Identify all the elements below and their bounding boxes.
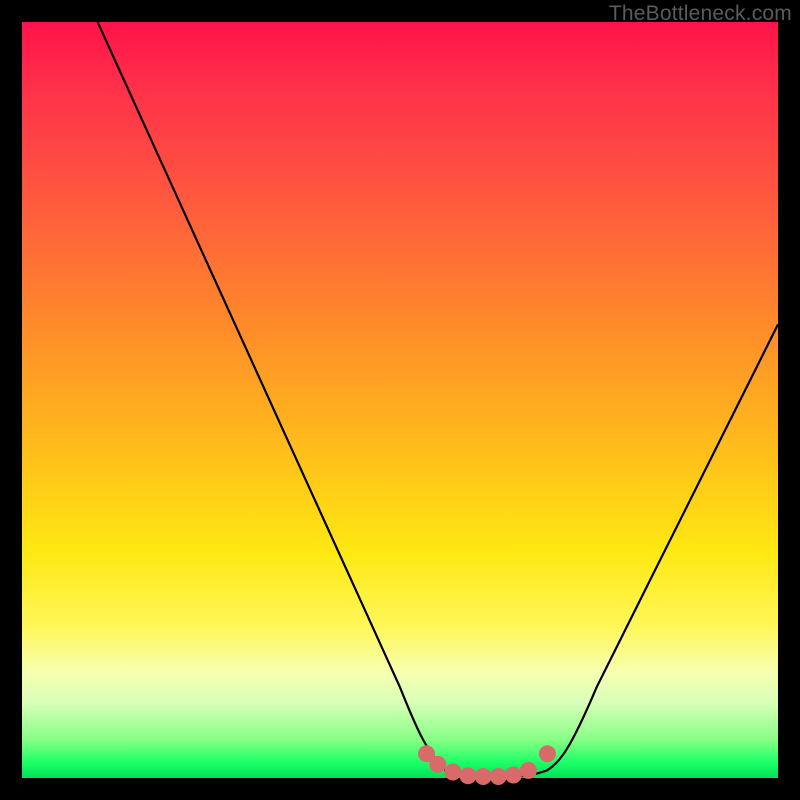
- plot-area: [22, 22, 778, 778]
- marker-dot: [520, 762, 537, 779]
- marker-dot: [505, 767, 522, 784]
- marker-dot: [490, 768, 507, 785]
- optimal-range-markers: [418, 745, 556, 785]
- marker-dot: [539, 745, 556, 762]
- marker-dot: [460, 767, 477, 784]
- bottleneck-curve: [98, 22, 778, 777]
- marker-dot: [429, 756, 446, 773]
- chart-frame: TheBottleneck.com: [0, 0, 800, 800]
- marker-dot: [475, 768, 492, 785]
- marker-dot: [444, 764, 461, 781]
- curve-layer: [22, 22, 778, 778]
